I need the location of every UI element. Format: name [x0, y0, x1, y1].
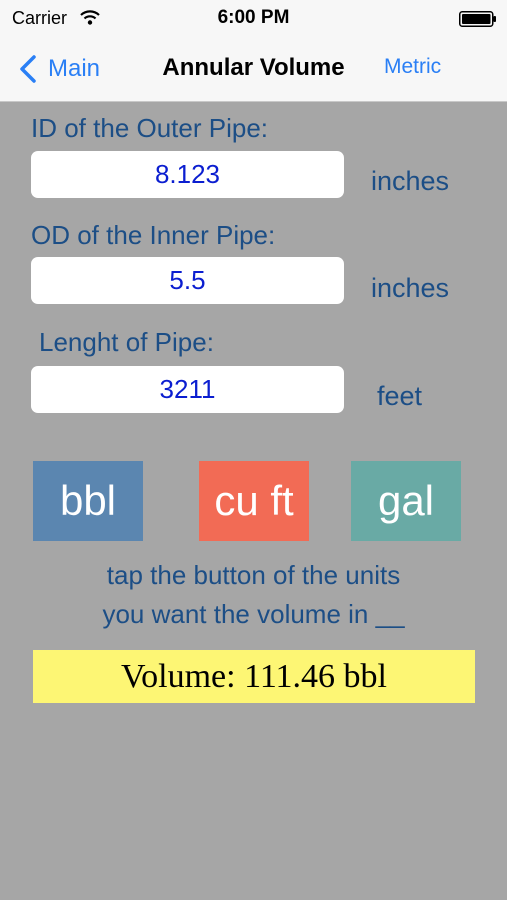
- status-time: 6:00 PM: [217, 7, 290, 28]
- inner-pipe-input[interactable]: [31, 257, 344, 304]
- cubic-feet-button[interactable]: cu ft: [199, 461, 309, 541]
- gallons-button[interactable]: gal: [351, 461, 461, 541]
- outer-pipe-input[interactable]: [31, 151, 344, 198]
- instruction-line-1: tap the button of the units: [106, 560, 401, 590]
- outer-pipe-unit: inches: [371, 166, 450, 196]
- bbl-button[interactable]: bbl: [33, 461, 143, 541]
- pipe-length-label: Lenght of Pipe:: [39, 327, 214, 357]
- battery-icon: [459, 11, 496, 27]
- volume-result: Volume: 111.46 bbl: [120, 657, 388, 695]
- inner-pipe-unit: inches: [371, 273, 450, 303]
- instruction-text: tap the button of the units you want the…: [0, 556, 507, 634]
- status-bar: Carrier 6:00 PM: [0, 0, 507, 38]
- outer-pipe-label: ID of the Outer Pipe:: [31, 113, 269, 143]
- pipe-length-input[interactable]: [31, 366, 344, 413]
- pipe-length-unit: feet: [377, 381, 423, 411]
- instruction-line-2: you want the volume in __: [102, 599, 405, 629]
- inner-pipe-label: OD of the Inner Pipe:: [31, 220, 276, 250]
- metric-button[interactable]: Metric: [384, 55, 441, 79]
- volume-result-box: Volume: 111.46 bbl: [33, 650, 475, 703]
